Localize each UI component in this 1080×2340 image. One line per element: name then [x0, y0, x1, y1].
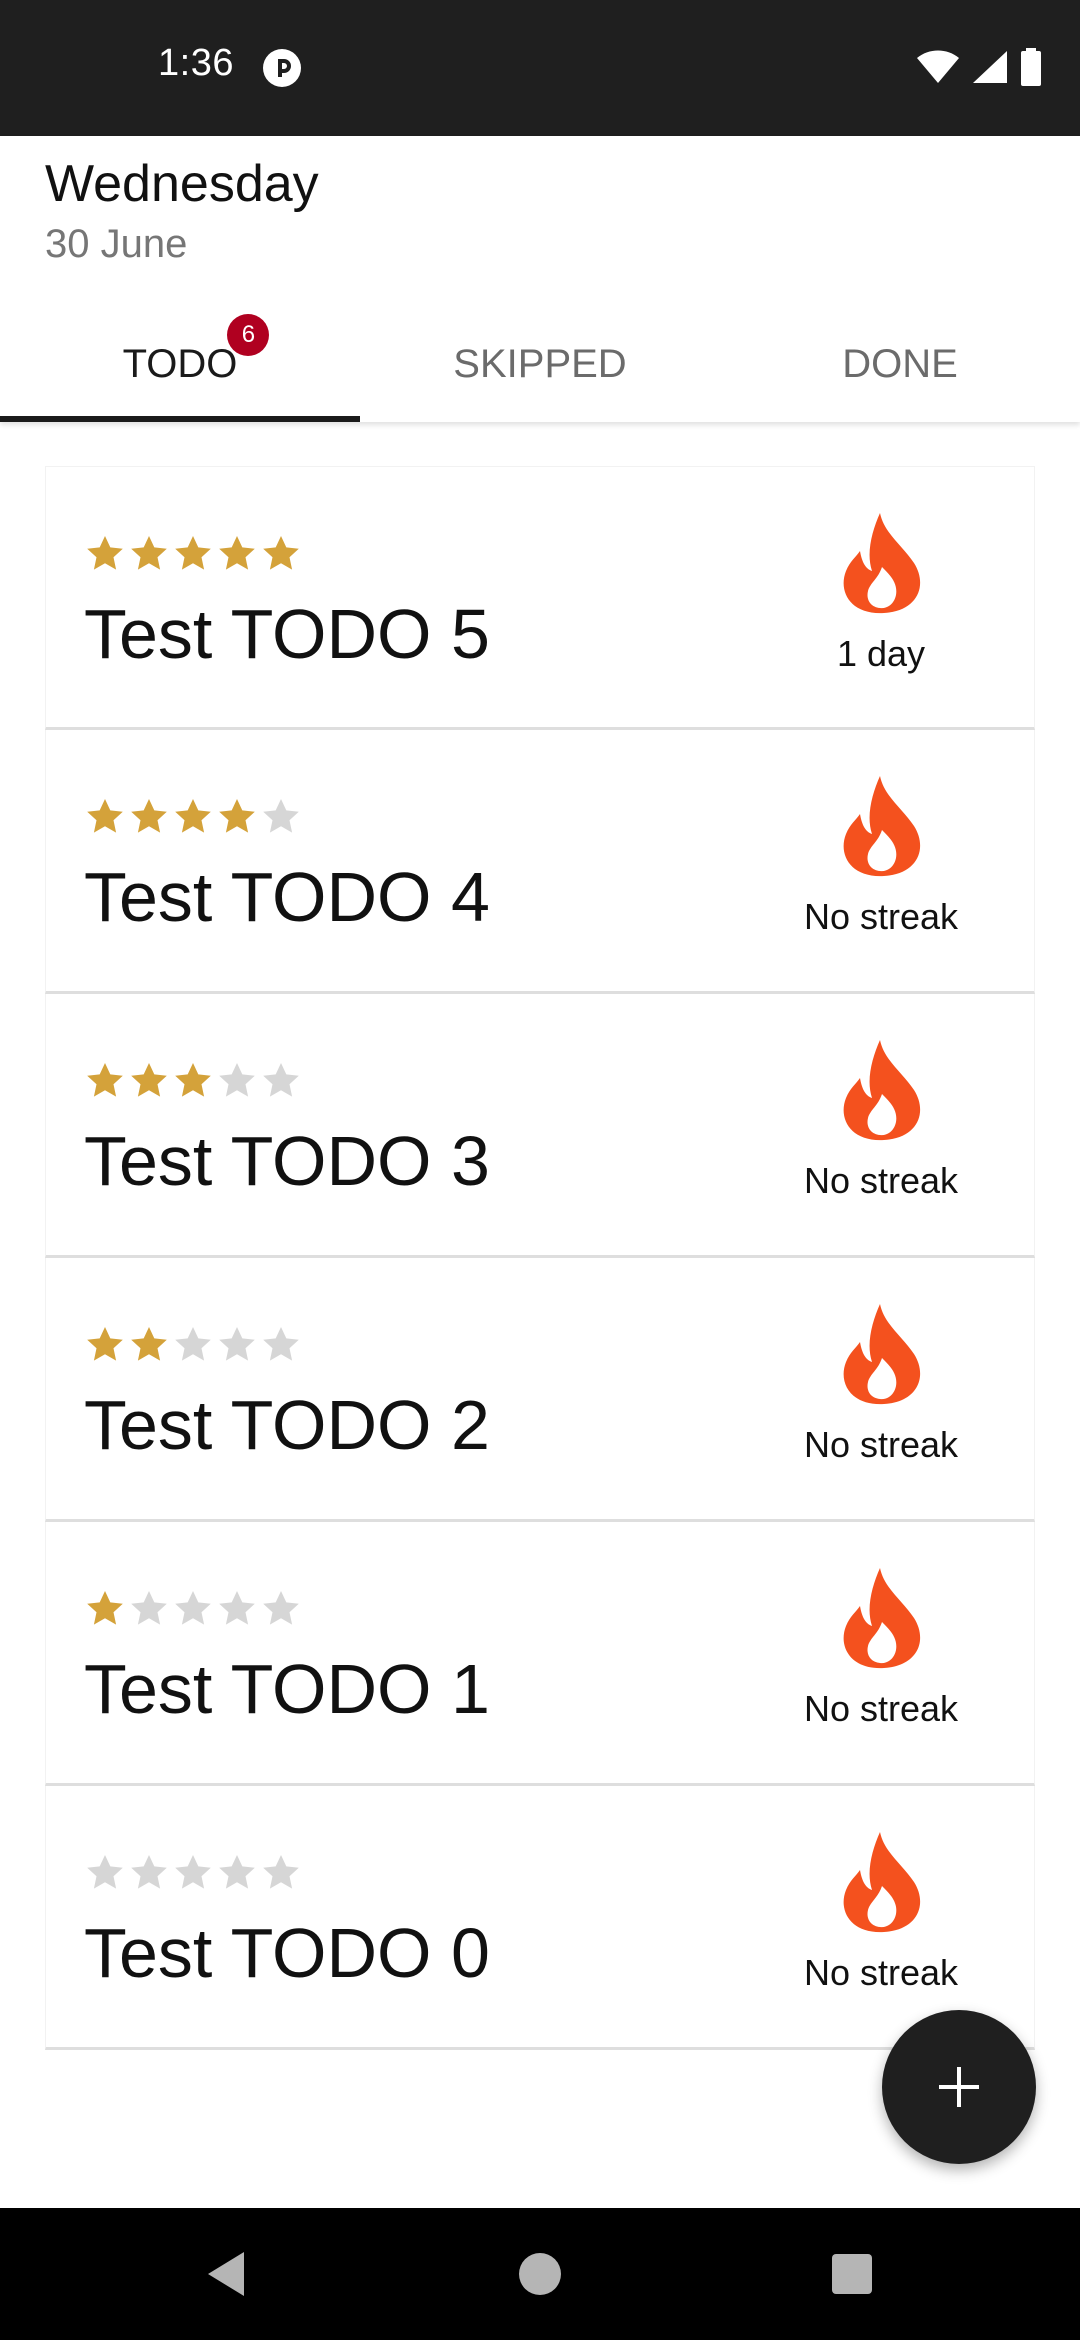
star-filled-icon [87, 1327, 123, 1361]
star-empty-icon [263, 1063, 299, 1097]
star-filled-icon [131, 1063, 167, 1097]
streak-label: No streak [803, 1952, 959, 1993]
tab-bar: TODO 6 SKIPPED DONE [0, 306, 1080, 422]
tab-skipped-label: SKIPPED [453, 341, 627, 386]
day-title: Wednesday [45, 155, 319, 213]
fire-icon [843, 1832, 921, 1933]
star-empty-icon [87, 1855, 123, 1889]
star-empty-icon [263, 1591, 299, 1625]
star-filled-icon [87, 536, 123, 570]
streak-indicator: No streak [751, 774, 1011, 938]
todo-title: Test TODO 3 [84, 1122, 490, 1200]
streak-label: 1 day [836, 633, 926, 674]
star-empty-icon [175, 1855, 211, 1889]
fire-icon [843, 776, 921, 877]
battery-icon [1021, 48, 1041, 86]
streak-indicator: No streak [751, 1566, 1011, 1730]
star-filled-icon [131, 1327, 167, 1361]
fire-icon [843, 1040, 921, 1141]
todo-list: Test TODO 5 1 day Test TODO 4 No streak … [45, 466, 1035, 2050]
star-empty-icon [175, 1591, 211, 1625]
streak-indicator: 1 day [751, 511, 1011, 675]
todo-card[interactable]: Test TODO 0 No streak [45, 1786, 1035, 2050]
star-empty-icon [263, 1855, 299, 1889]
tab-skipped[interactable]: SKIPPED [360, 306, 720, 422]
todo-card[interactable]: Test TODO 3 No streak [45, 994, 1035, 1258]
star-rating [86, 1062, 300, 1100]
star-empty-icon [219, 1327, 255, 1361]
todo-title: Test TODO 5 [84, 595, 490, 673]
todo-count-badge: 6 [227, 313, 270, 356]
tab-todo[interactable]: TODO 6 [0, 306, 360, 422]
todo-card[interactable]: Test TODO 5 1 day [45, 466, 1035, 730]
status-bar: 1:36 [0, 0, 1080, 136]
todo-title: Test TODO 4 [84, 858, 490, 936]
fire-icon [843, 1568, 921, 1669]
fire-icon [843, 1304, 921, 1405]
star-filled-icon [175, 536, 211, 570]
tab-todo-label: TODO [122, 341, 238, 386]
system-nav-bar [0, 2208, 1080, 2340]
star-empty-icon [131, 1855, 167, 1889]
star-empty-icon [131, 1591, 167, 1625]
tab-done[interactable]: DONE [720, 306, 1080, 422]
streak-label: No streak [803, 896, 959, 937]
todo-card[interactable]: Test TODO 4 No streak [45, 730, 1035, 994]
star-filled-icon [87, 799, 123, 833]
star-filled-icon [219, 536, 255, 570]
todo-title: Test TODO 0 [84, 1914, 490, 1992]
star-filled-icon [131, 799, 167, 833]
fire-icon [843, 513, 921, 614]
recents-icon[interactable] [826, 2248, 878, 2300]
status-time: 1:36 [158, 42, 234, 84]
date-subtitle: 30 June [45, 222, 188, 266]
home-icon[interactable] [514, 2248, 566, 2300]
back-icon[interactable] [202, 2248, 254, 2300]
star-empty-icon [219, 1855, 255, 1889]
star-rating [86, 798, 300, 836]
pocket-casts-icon [263, 49, 301, 87]
star-empty-icon [219, 1591, 255, 1625]
streak-indicator: No streak [751, 1302, 1011, 1466]
star-empty-icon [219, 1063, 255, 1097]
app-header: Wednesday 30 June TODO 6 SKIPPED DONE [0, 136, 1080, 422]
star-filled-icon [219, 799, 255, 833]
todo-card[interactable]: Test TODO 1 No streak [45, 1522, 1035, 1786]
todo-title: Test TODO 2 [84, 1386, 490, 1464]
star-filled-icon [175, 1063, 211, 1097]
streak-label: No streak [803, 1424, 959, 1465]
add-todo-button[interactable] [882, 2010, 1036, 2164]
star-empty-icon [263, 799, 299, 833]
star-rating [86, 1590, 300, 1628]
streak-indicator: No streak [751, 1038, 1011, 1202]
star-filled-icon [87, 1063, 123, 1097]
wifi-icon [917, 50, 959, 83]
star-filled-icon [175, 799, 211, 833]
status-icons [916, 48, 1042, 86]
streak-indicator: No streak [751, 1830, 1011, 1994]
plus-icon [939, 2067, 979, 2107]
star-rating [86, 535, 300, 573]
streak-label: No streak [803, 1160, 959, 1201]
streak-label: No streak [803, 1688, 959, 1729]
signal-icon [973, 51, 1007, 83]
star-filled-icon [87, 1591, 123, 1625]
star-empty-icon [263, 1327, 299, 1361]
star-filled-icon [263, 536, 299, 570]
star-empty-icon [175, 1327, 211, 1361]
tab-done-label: DONE [842, 341, 958, 386]
star-filled-icon [131, 536, 167, 570]
todo-title: Test TODO 1 [84, 1650, 490, 1728]
star-rating [86, 1326, 300, 1364]
todo-card[interactable]: Test TODO 2 No streak [45, 1258, 1035, 1522]
star-rating [86, 1854, 300, 1892]
